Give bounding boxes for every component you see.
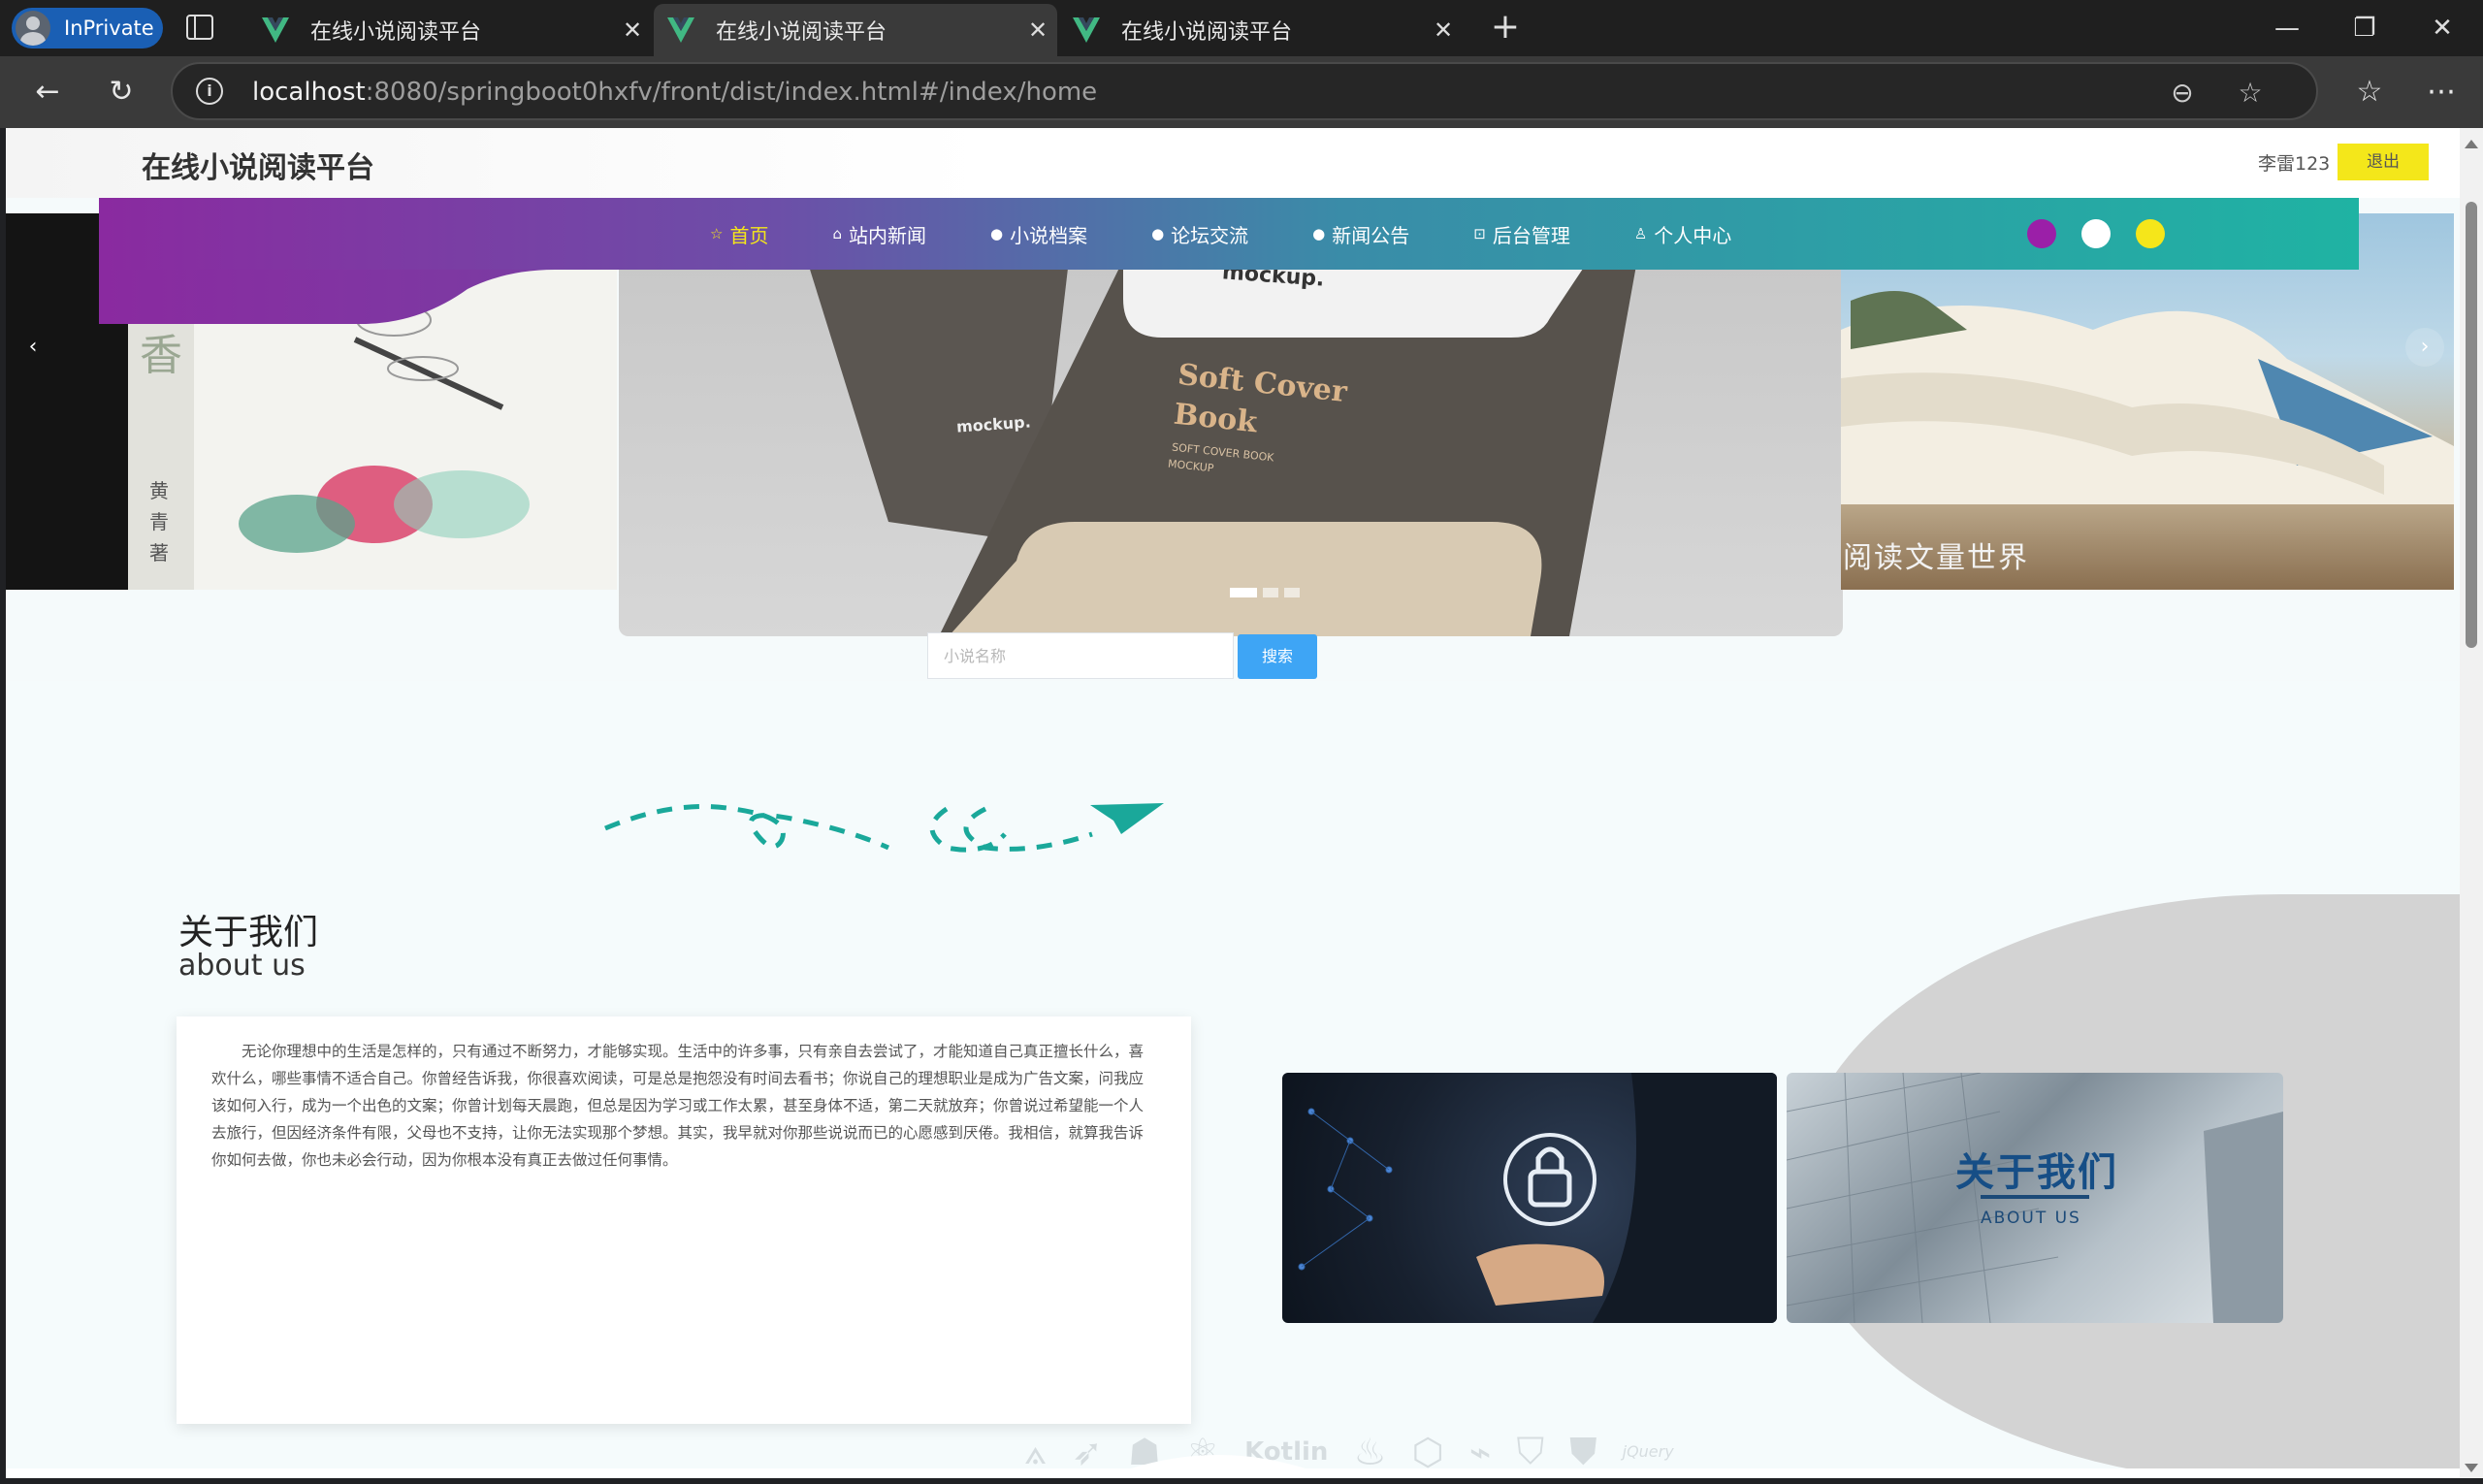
nav-item-news[interactable]: ⌂ 站内新闻 xyxy=(832,220,926,248)
nav-item-admin[interactable]: ⊡ 后台管理 xyxy=(1473,220,1570,248)
tab-title: 在线小说阅读平台 xyxy=(310,20,482,45)
star-icon: ☆ xyxy=(710,225,724,242)
tab-close-icon[interactable]: ✕ xyxy=(613,16,652,44)
paper-plane-trail-icon xyxy=(604,803,1164,853)
search-button[interactable]: 搜索 xyxy=(1238,634,1317,679)
vue-logo-icon xyxy=(667,17,694,43)
nav-item-profile[interactable]: ♙ 个人中心 xyxy=(1634,220,1731,248)
scroll-down-icon[interactable] xyxy=(2465,1464,2478,1472)
image-overlay-divider xyxy=(1981,1195,2089,1199)
novel-search-input[interactable] xyxy=(927,632,1234,679)
about-subtitle: about us xyxy=(178,949,306,983)
user-icon: ♙ xyxy=(1633,225,1648,242)
carousel-prev-button[interactable]: ‹ xyxy=(14,328,52,367)
zoom-icon[interactable]: ⊖ xyxy=(2163,74,2202,113)
page-scrollbar[interactable] xyxy=(2460,128,2483,1478)
tab-title: 在线小说阅读平台 xyxy=(1121,20,1293,45)
theme-white-button[interactable] xyxy=(2081,219,2111,248)
carousel-indicator-3[interactable] xyxy=(1284,588,1300,597)
nav-item-novels[interactable]: ● 小说档案 xyxy=(990,220,1087,248)
browser-toolbar: ← ↻ i localhost:8080/springboot0hxfv/fro… xyxy=(0,56,2483,128)
image-overlay-title: 关于我们 xyxy=(1955,1150,2118,1195)
site-title: 在线小说阅读平台 xyxy=(142,151,374,185)
nav-label: 首页 xyxy=(729,223,769,247)
theme-yellow-button[interactable] xyxy=(2136,219,2165,248)
nav-label: 论坛交流 xyxy=(1171,223,1249,247)
page-viewport: 在线小说阅读平台 李雷123 退出 香 黄 青 著 mockup. Soft C… xyxy=(6,128,2460,1478)
url-host: localhost xyxy=(252,78,366,107)
favorites-icon[interactable]: ☆ xyxy=(2347,70,2392,114)
browser-tab-3[interactable]: 在线小说阅读平台 ✕ xyxy=(1059,4,1463,56)
home-icon: ⌂ xyxy=(832,225,842,242)
nav-label: 后台管理 xyxy=(1492,223,1570,247)
image-overlay-subtitle: ABOUT US xyxy=(1981,1209,2081,1228)
address-url[interactable]: localhost:8080/springboot0hxfv/front/dis… xyxy=(252,78,1097,107)
info-icon: ● xyxy=(1312,225,1326,242)
info-icon: ● xyxy=(989,225,1004,242)
dashboard-icon: ⊡ xyxy=(1473,225,1486,242)
footer-wave xyxy=(6,1455,2460,1478)
nav-label: 小说档案 xyxy=(1010,223,1088,247)
url-path: :8080/springboot0hxfv/front/dist/index.h… xyxy=(365,78,1098,107)
nav-label: 新闻公告 xyxy=(1332,223,1410,247)
carousel-indicator-2[interactable] xyxy=(1263,588,1278,597)
minimize-button[interactable]: — xyxy=(2258,8,2316,48)
address-bar[interactable]: i localhost:8080/springboot0hxfv/front/d… xyxy=(171,62,2318,120)
carousel-slide-next[interactable]: 阅读文量世界 xyxy=(1841,213,2454,590)
nav-item-announcements[interactable]: ● 新闻公告 xyxy=(1312,220,1409,248)
close-window-button[interactable]: ✕ xyxy=(2413,8,2471,48)
nav-label: 站内新闻 xyxy=(848,223,926,247)
browser-tab-2[interactable]: 在线小说阅读平台 ✕ xyxy=(654,4,1057,56)
vue-logo-icon xyxy=(262,17,289,43)
carousel-indicators xyxy=(1230,588,1306,597)
theme-color-picker xyxy=(2027,219,2190,248)
nav-label: 个人中心 xyxy=(1654,223,1732,247)
more-menu-icon[interactable]: ⋯ xyxy=(2419,70,2464,114)
nav-wave-decoration xyxy=(99,270,555,324)
restore-button[interactable]: ❐ xyxy=(2336,8,2394,48)
padlock-hand-illustration xyxy=(1298,1073,1777,1323)
inprivate-label: InPrivate xyxy=(64,16,154,40)
about-body-text: 无论你理想中的生活是怎样的，只有通过不断努力，才能够实现。生活中的许多事，只有亲… xyxy=(211,1043,1145,1169)
site-info-icon[interactable]: i xyxy=(196,78,223,105)
new-tab-button[interactable]: + xyxy=(1486,8,1525,47)
carousel-slide-active[interactable]: mockup. Soft Cover Book SOFT COVER BOOK … xyxy=(619,260,1843,636)
nav-items: ☆ 首页 ⌂ 站内新闻 ● 小说档案 ● 论坛交流 ● 新闻公告 ⊡ 后台管理 ♙ 个人中心 xyxy=(710,198,1795,270)
about-text-card: 无论你理想中的生活是怎样的，只有通过不断努力，才能够实现。生活中的许多事，只有亲… xyxy=(177,1016,1191,1424)
vue-logo-icon xyxy=(1073,17,1100,43)
building-image[interactable]: 关于我们 ABOUT US xyxy=(1787,1073,2283,1323)
tab-title: 在线小说阅读平台 xyxy=(716,20,887,45)
tab-close-icon[interactable]: ✕ xyxy=(1424,16,1463,44)
scroll-thumb[interactable] xyxy=(2466,202,2477,648)
browser-tab-1[interactable]: 在线小说阅读平台 ✕ xyxy=(248,4,652,56)
carousel-indicator-1[interactable] xyxy=(1230,588,1257,597)
favorite-star-icon[interactable]: ☆ xyxy=(2231,74,2270,113)
profile-avatar-icon xyxy=(16,11,50,46)
carousel-next-button[interactable]: › xyxy=(2405,328,2444,367)
theme-purple-button[interactable] xyxy=(2027,219,2056,248)
tab-close-icon[interactable]: ✕ xyxy=(1018,16,1057,44)
logout-button[interactable]: 退出 xyxy=(2338,144,2429,180)
site-header: 在线小说阅读平台 李雷123 退出 xyxy=(6,128,2460,198)
browser-tab-bar: InPrivate 在线小说阅读平台 ✕ 在线小说阅读平台 ✕ 在线小说阅读平台… xyxy=(0,0,2483,56)
back-arrow-icon[interactable]: ← xyxy=(25,70,70,114)
scroll-up-icon[interactable] xyxy=(2465,140,2478,148)
tab-actions-icon[interactable] xyxy=(186,15,213,40)
refresh-icon[interactable]: ↻ xyxy=(99,70,144,114)
user-name[interactable]: 李雷123 xyxy=(2258,149,2330,176)
main-nav-bar: ☆ 首页 ⌂ 站内新闻 ● 小说档案 ● 论坛交流 ● 新闻公告 ⊡ 后台管理 ♙ 个人中心 xyxy=(99,198,2359,270)
nav-item-forum[interactable]: ● 论坛交流 xyxy=(1151,220,1248,248)
nav-item-home[interactable]: ☆ 首页 xyxy=(710,220,768,248)
slide-caption: 阅读文量世界 xyxy=(1843,541,2029,575)
security-image[interactable] xyxy=(1282,1073,1777,1323)
about-title: 关于我们 xyxy=(178,913,319,952)
info-icon: ● xyxy=(1151,225,1165,242)
inprivate-badge[interactable]: InPrivate xyxy=(12,8,163,48)
